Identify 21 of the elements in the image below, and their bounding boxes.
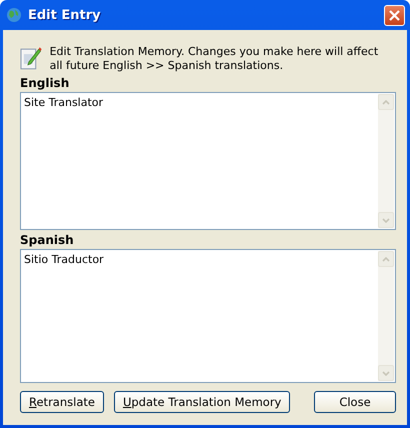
dialog-button[interactable]: Retranslate: [20, 391, 104, 413]
text-area[interactable]: Site Translator: [20, 92, 396, 230]
scroll-up-button[interactable]: [378, 251, 394, 267]
edit-document-icon: [20, 45, 42, 71]
dialog-button[interactable]: Update Translation Memory: [114, 391, 290, 413]
field-label: Spanish: [20, 233, 75, 247]
chevron-down-icon: [382, 370, 390, 376]
chevron-down-icon: [382, 218, 390, 222]
close-icon: [389, 10, 400, 20]
scroll-down-button[interactable]: [378, 212, 394, 228]
close-button[interactable]: [384, 4, 405, 26]
info-text: Edit Translation Memory. Changes you make here will affect all future English >> Spanish translations.: [50, 45, 380, 73]
scroll-up-button[interactable]: [378, 94, 394, 110]
close-dialog-button[interactable]: Close: [314, 391, 396, 413]
field-label: English: [20, 76, 70, 90]
scroll-down-button[interactable]: [378, 365, 394, 381]
window-title: Edit Entry: [28, 8, 102, 22]
chevron-up-icon: [382, 100, 390, 104]
chevron-up-icon: [382, 256, 390, 262]
globe-icon: [6, 7, 22, 23]
text-area[interactable]: Sitio Traductor: [20, 249, 396, 383]
